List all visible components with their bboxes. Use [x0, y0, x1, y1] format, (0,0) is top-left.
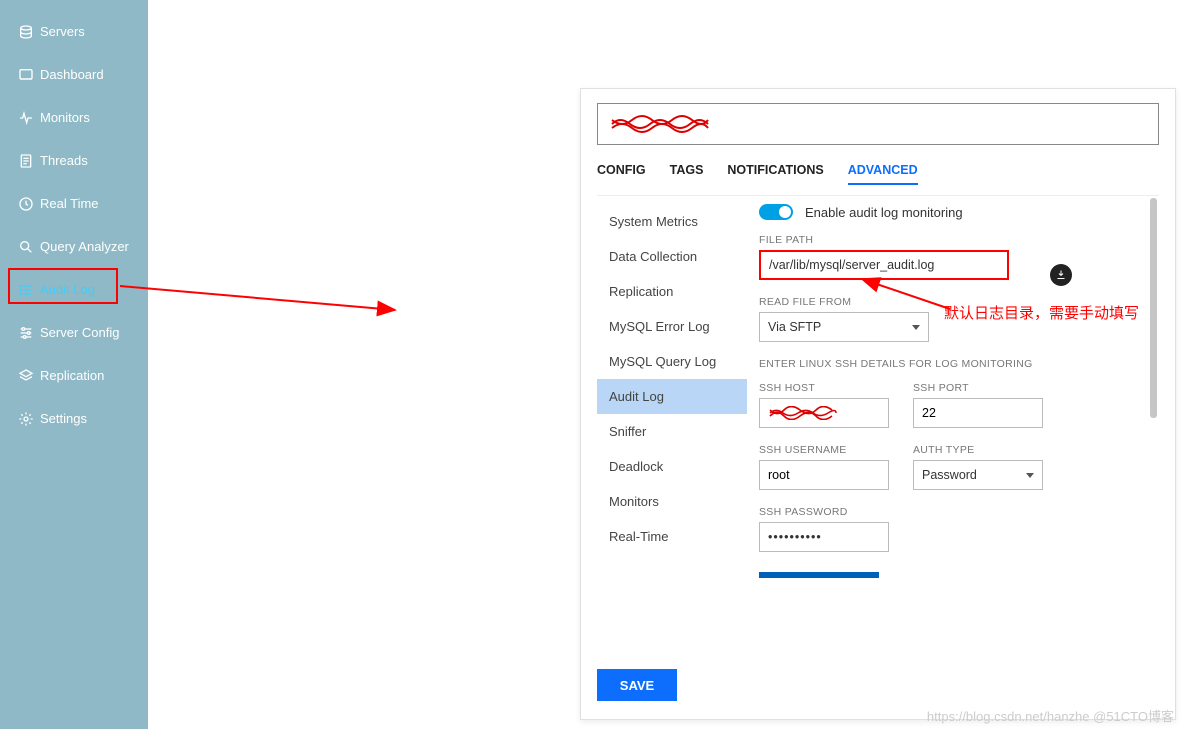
- sidebar-item-query-analyzer[interactable]: Query Analyzer: [0, 225, 148, 268]
- sidebar-label: Servers: [40, 24, 85, 39]
- tab-bar: CONFIG TAGS NOTIFICATIONS ADVANCED: [597, 163, 1159, 185]
- side-item-data-collection[interactable]: Data Collection: [597, 239, 747, 274]
- save-button[interactable]: SAVE: [597, 669, 677, 701]
- ssh-section-label: ENTER LINUX SSH DETAILS FOR LOG MONITORI…: [759, 358, 1153, 370]
- search-icon: [18, 239, 40, 255]
- sidebar-label: Settings: [40, 411, 87, 426]
- toggle-label: Enable audit log monitoring: [805, 205, 963, 220]
- sidebar-label: Real Time: [40, 196, 99, 211]
- side-item-mysql-error-log[interactable]: MySQL Error Log: [597, 309, 747, 344]
- read-from-value: Via SFTP: [768, 320, 821, 334]
- side-item-sniffer[interactable]: Sniffer: [597, 414, 747, 449]
- sidebar-item-servers[interactable]: Servers: [0, 10, 148, 53]
- side-item-replication[interactable]: Replication: [597, 274, 747, 309]
- annotation-highlight-sidebar: [8, 268, 118, 304]
- config-body: System Metrics Data Collection Replicati…: [597, 195, 1159, 655]
- sidebar-label: Query Analyzer: [40, 239, 129, 254]
- watermark: https://blog.csdn.net/hanzhe @51CTO博客: [927, 706, 1174, 725]
- download-icon[interactable]: [1050, 264, 1072, 286]
- sliders-icon: [18, 325, 40, 341]
- side-item-realtime[interactable]: Real-Time: [597, 519, 747, 554]
- sidebar-item-replication[interactable]: Replication: [0, 354, 148, 397]
- side-item-deadlock[interactable]: Deadlock: [597, 449, 747, 484]
- server-icon: [18, 24, 40, 40]
- sidebar-item-dashboard[interactable]: Dashboard: [0, 53, 148, 96]
- sidebar-item-settings[interactable]: Settings: [0, 397, 148, 440]
- redacted-ssh-host: [768, 406, 838, 420]
- layers-icon: [18, 368, 40, 384]
- auth-type-select[interactable]: Password: [913, 460, 1043, 490]
- redacted-server-name: [610, 114, 710, 134]
- ssh-host-label: SSH HOST: [759, 382, 889, 394]
- side-item-monitors[interactable]: Monitors: [597, 484, 747, 519]
- ssh-port-input[interactable]: [913, 398, 1043, 428]
- server-name-input[interactable]: [597, 103, 1159, 145]
- sidebar-label: Monitors: [40, 110, 90, 125]
- gear-icon: [18, 411, 40, 427]
- annotation-text: 默认日志目录，需要手动填写: [944, 302, 1164, 326]
- sidebar-label: Replication: [40, 368, 104, 383]
- enable-audit-toggle[interactable]: [759, 204, 793, 220]
- annotation-arrow-main: [115, 278, 405, 318]
- sidebar-label: Server Config: [40, 325, 119, 340]
- sidebar-item-threads[interactable]: Threads: [0, 139, 148, 182]
- auth-type-value: Password: [922, 468, 977, 482]
- ssh-pw-input[interactable]: ••••••••••: [759, 522, 889, 552]
- auth-type-label: AUTH TYPE: [913, 444, 1043, 456]
- tab-config[interactable]: CONFIG: [597, 163, 646, 185]
- sidebar: Servers Dashboard Monitors Threads Real …: [0, 0, 148, 729]
- tab-notifications[interactable]: NOTIFICATIONS: [727, 163, 823, 185]
- ssh-host-input[interactable]: [759, 398, 889, 428]
- ssh-pw-label: SSH PASSWORD: [759, 506, 1153, 518]
- sidebar-label: Dashboard: [40, 67, 104, 82]
- side-item-mysql-query-log[interactable]: MySQL Query Log: [597, 344, 747, 379]
- sidebar-label: Threads: [40, 153, 88, 168]
- progress-bar: [759, 572, 879, 578]
- dashboard-icon: [18, 67, 40, 83]
- side-item-audit-log[interactable]: Audit Log: [597, 379, 747, 414]
- tab-advanced[interactable]: ADVANCED: [848, 163, 918, 185]
- sidebar-item-monitors[interactable]: Monitors: [0, 96, 148, 139]
- document-icon: [18, 153, 40, 169]
- file-path-label: FILE PATH: [759, 234, 1153, 246]
- ssh-user-label: SSH USERNAME: [759, 444, 889, 456]
- ssh-port-label: SSH PORT: [913, 382, 1043, 394]
- pulse-icon: [18, 110, 40, 126]
- advanced-side-list: System Metrics Data Collection Replicati…: [597, 196, 747, 655]
- tab-tags[interactable]: TAGS: [670, 163, 704, 185]
- config-panel: CONFIG TAGS NOTIFICATIONS ADVANCED Syste…: [580, 88, 1176, 720]
- ssh-user-input[interactable]: [759, 460, 889, 490]
- sidebar-item-realtime[interactable]: Real Time: [0, 182, 148, 225]
- form-area: Enable audit log monitoring FILE PATH RE…: [747, 196, 1159, 655]
- side-item-system-metrics[interactable]: System Metrics: [597, 204, 747, 239]
- clock-icon: [18, 196, 40, 212]
